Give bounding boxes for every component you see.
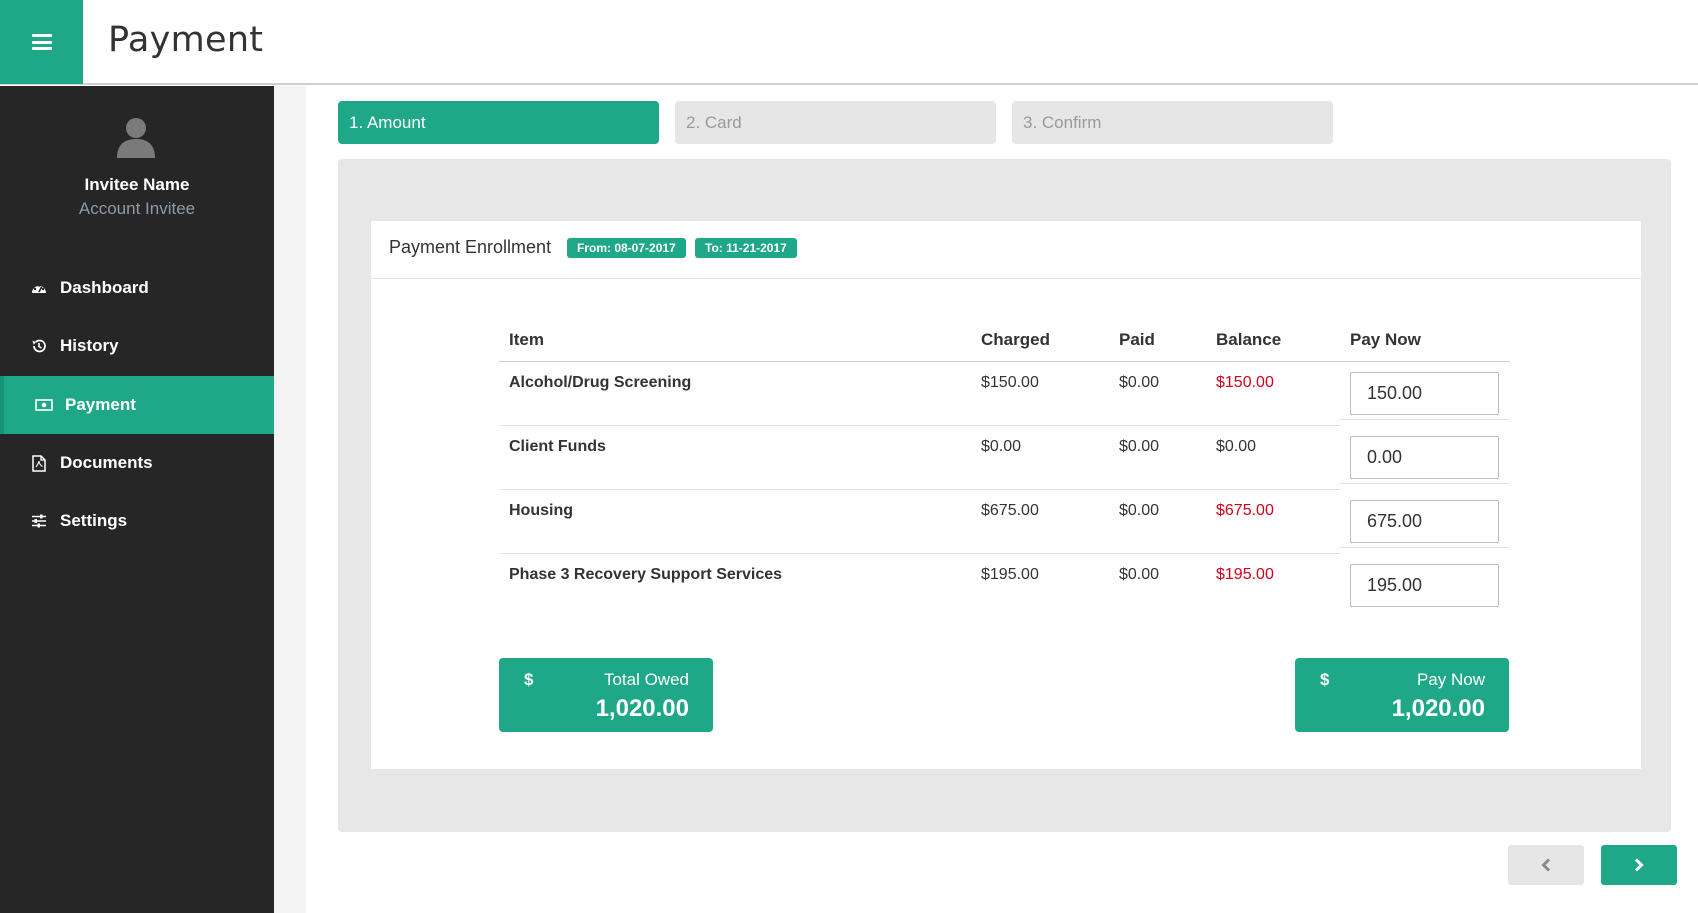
column-header-balance: Balance <box>1216 330 1282 349</box>
panel-heading: Payment Enrollment From: 08-07-2017 To: … <box>371 221 1641 279</box>
row-charged: $675.00 <box>981 502 1039 519</box>
row-charged: $150.00 <box>981 374 1039 391</box>
user-name: Invitee Name <box>84 175 190 194</box>
to-date-badge: To: 11-21-2017 <box>695 238 797 258</box>
row-paid: $0.00 <box>1119 374 1160 391</box>
sidebar-item-label: History <box>60 336 119 355</box>
row-balance: $150.00 <box>1216 374 1274 391</box>
row-balance: $0.00 <box>1216 438 1257 455</box>
sidebar-item-label: Settings <box>60 511 128 530</box>
pay-now-box: $ Pay Now 1,020.00 <box>1295 658 1509 732</box>
pay-now-amount: 1,020.00 <box>1391 695 1485 722</box>
total-owed-box: $ Total Owed 1,020.00 <box>499 658 713 732</box>
row-divider <box>499 553 1340 554</box>
sidebar-item-dashboard[interactable]: Dashboard <box>0 259 274 317</box>
column-header-paid: Paid <box>1119 330 1155 349</box>
pay-now-input[interactable] <box>1350 372 1499 415</box>
pay-now-input[interactable] <box>1350 500 1499 543</box>
user-silhouette-icon <box>117 118 155 158</box>
panel-title: Payment Enrollment <box>389 237 552 257</box>
row-item: Client Funds <box>509 438 606 455</box>
chevron-right-icon <box>1634 858 1644 872</box>
row-item: Housing <box>509 502 573 519</box>
dollar-icon: $ <box>1320 670 1330 689</box>
row-divider <box>1340 419 1510 420</box>
sidebar-item-label: Dashboard <box>60 278 149 297</box>
hamburger-icon <box>31 34 52 50</box>
row-charged: $0.00 <box>981 438 1022 455</box>
total-owed-amount: 1,020.00 <box>595 695 689 722</box>
previous-button[interactable] <box>1508 845 1584 885</box>
header-divider <box>499 361 1510 362</box>
menu-button[interactable] <box>0 0 83 84</box>
row-divider <box>1340 483 1510 484</box>
sliders-icon <box>30 512 48 530</box>
sidebar-item-settings[interactable]: Settings <box>0 492 274 550</box>
step-confirm[interactable]: 3. Confirm <box>1012 101 1333 144</box>
total-owed-label: Total Owed <box>603 670 689 689</box>
row-balance: $675.00 <box>1216 502 1274 519</box>
content-gutter <box>274 86 306 913</box>
row-paid: $0.00 <box>1119 566 1160 583</box>
sidebar-item-history[interactable]: History <box>0 317 274 375</box>
step-amount[interactable]: 1. Amount <box>338 101 659 144</box>
page-title: Payment <box>108 20 264 60</box>
pay-now-input[interactable] <box>1350 436 1499 479</box>
from-date-badge: From: 08-07-2017 <box>567 238 686 258</box>
sidebar-item-label: Documents <box>60 453 153 472</box>
step-card[interactable]: 2. Card <box>675 101 996 144</box>
pdf-document-icon <box>30 454 48 472</box>
money-icon <box>35 396 53 414</box>
sidebar-item-documents[interactable]: Documents <box>0 434 274 492</box>
sidebar: Invitee Name Account Invitee Dashboard H… <box>0 86 274 913</box>
row-item: Phase 3 Recovery Support Services <box>509 566 783 583</box>
pay-now-input[interactable] <box>1350 564 1499 607</box>
dashboard-icon <box>30 279 48 297</box>
top-bar: Payment <box>0 0 1698 85</box>
dollar-icon: $ <box>524 670 534 689</box>
sidebar-item-label: Payment <box>65 395 136 414</box>
sidebar-item-payment[interactable]: Payment <box>0 376 274 434</box>
row-balance: $195.00 <box>1216 566 1274 583</box>
row-divider <box>499 489 1340 490</box>
row-divider <box>1340 547 1510 548</box>
pay-now-label: Pay Now <box>1416 670 1485 689</box>
row-charged: $195.00 <box>981 566 1039 583</box>
column-header-pay-now: Pay Now <box>1350 330 1421 349</box>
row-paid: $0.00 <box>1119 438 1160 455</box>
next-button[interactable] <box>1601 845 1677 885</box>
user-role: Account Invitee <box>78 199 196 218</box>
row-paid: $0.00 <box>1119 502 1160 519</box>
column-header-item: Item <box>509 330 544 349</box>
column-header-charged: Charged <box>981 330 1050 349</box>
row-divider <box>499 425 1340 426</box>
chevron-left-icon <box>1541 858 1551 872</box>
history-icon <box>30 337 48 355</box>
row-item: Alcohol/Drug Screening <box>509 374 692 391</box>
